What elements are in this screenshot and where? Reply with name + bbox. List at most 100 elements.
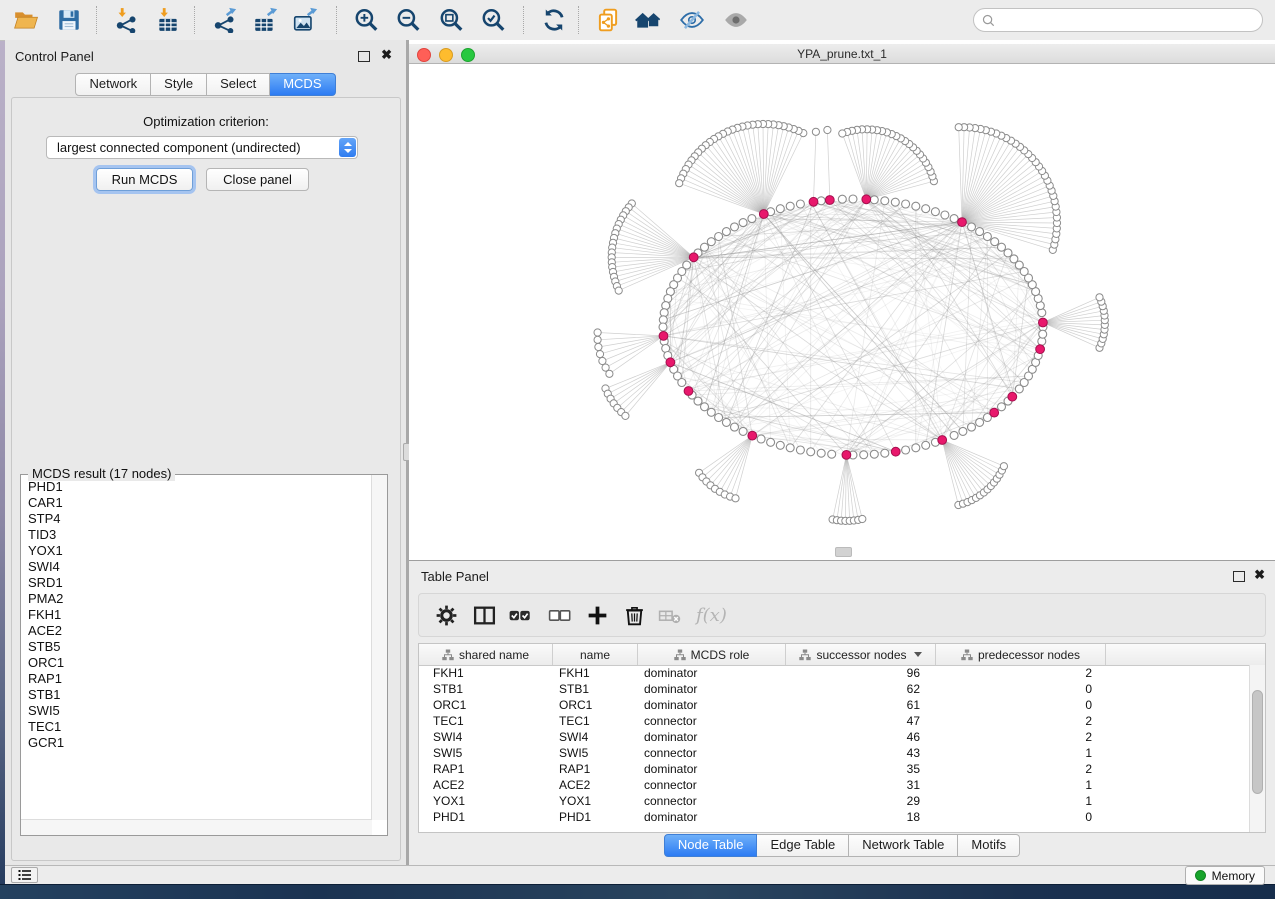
float-table-panel-icon[interactable] — [1233, 571, 1245, 582]
duplicate-network-icon[interactable] — [594, 6, 622, 34]
graph-leaf-node[interactable] — [594, 329, 601, 336]
mcds-result-item[interactable]: YOX1 — [23, 543, 370, 559]
export-table-icon[interactable] — [251, 6, 279, 34]
graph-node[interactable] — [767, 438, 775, 446]
mcds-result-item[interactable]: STB1 — [23, 687, 370, 703]
graph-node[interactable] — [796, 446, 804, 454]
graph-leaf-node[interactable] — [622, 412, 629, 419]
graph-node[interactable] — [912, 444, 920, 452]
graph-node[interactable] — [881, 197, 889, 205]
graph-hub-node[interactable] — [1036, 345, 1045, 354]
mcds-result-item[interactable]: CAR1 — [23, 495, 370, 511]
graph-node[interactable] — [931, 208, 939, 216]
graph-leaf-node[interactable] — [1096, 294, 1103, 301]
tab-motifs[interactable]: Motifs — [958, 834, 1020, 857]
show-columns-icon[interactable] — [471, 601, 499, 629]
graph-node[interactable] — [796, 200, 804, 208]
graph-node[interactable] — [828, 450, 836, 458]
graph-node[interactable] — [678, 379, 686, 387]
graph-leaf-node[interactable] — [615, 287, 622, 294]
table-scrollbar-thumb[interactable] — [1252, 690, 1263, 794]
graph-leaf-node[interactable] — [824, 126, 831, 133]
memory-button[interactable]: Memory — [1185, 866, 1265, 885]
graph-leaf-node[interactable] — [599, 357, 606, 364]
graph-node[interactable] — [998, 243, 1006, 251]
graph-leaf-node[interactable] — [812, 128, 819, 135]
open-file-icon[interactable] — [12, 6, 40, 34]
graph-node[interactable] — [694, 397, 702, 405]
column-header-successor-nodes[interactable]: successor nodes — [786, 644, 936, 665]
graph-node[interactable] — [776, 441, 784, 449]
graph-node[interactable] — [722, 228, 730, 236]
graph-node[interactable] — [776, 205, 784, 213]
graph-node[interactable] — [817, 197, 825, 205]
mcds-result-item[interactable]: SRD1 — [23, 575, 370, 591]
table-row[interactable]: ACE2ACE2connector311 — [419, 777, 1250, 793]
hide-panels-icon[interactable] — [678, 6, 706, 34]
mcds-result-item[interactable]: FKH1 — [23, 607, 370, 623]
graph-node[interactable] — [849, 195, 857, 203]
table-row[interactable]: YOX1YOX1connector291 — [419, 793, 1250, 809]
export-image-icon[interactable] — [291, 6, 319, 34]
network-window-titlebar[interactable]: YPA_prune.txt_1 — [409, 44, 1275, 64]
graph-node[interactable] — [701, 243, 709, 251]
graph-node[interactable] — [739, 219, 747, 227]
close-panel-icon[interactable]: ✖ — [381, 48, 392, 62]
graph-hub-node[interactable] — [659, 332, 668, 341]
deselect-all-icon[interactable] — [546, 601, 574, 629]
graph-node[interactable] — [870, 450, 878, 458]
table-row[interactable]: SWI5SWI5connector431 — [419, 745, 1250, 761]
task-history-button[interactable] — [11, 867, 38, 883]
column-header-MCDS-role[interactable]: MCDS role — [638, 644, 786, 665]
tab-mcds[interactable]: MCDS — [270, 73, 335, 96]
column-header-name[interactable]: name — [553, 644, 638, 665]
table-splitter-handle[interactable] — [835, 547, 852, 557]
graph-hub-node[interactable] — [684, 387, 693, 396]
mcds-result-item[interactable]: SWI4 — [23, 559, 370, 575]
graph-leaf-node[interactable] — [594, 336, 601, 343]
graph-hub-node[interactable] — [666, 358, 675, 367]
select-all-icon[interactable] — [506, 601, 534, 629]
column-header-shared-name[interactable]: shared name — [419, 644, 553, 665]
graph-hub-node[interactable] — [842, 451, 851, 460]
graph-hub-node[interactable] — [689, 253, 698, 262]
graph-node[interactable] — [731, 423, 739, 431]
show-panels-icon[interactable] — [722, 6, 750, 34]
mcds-result-item[interactable]: SWI5 — [23, 703, 370, 719]
run-mcds-button[interactable]: Run MCDS — [96, 168, 193, 191]
delete-column-icon[interactable] — [621, 601, 649, 629]
graph-node[interactable] — [1004, 249, 1012, 257]
graph-node[interactable] — [786, 444, 794, 452]
import-network-from-file-icon[interactable] — [112, 6, 140, 34]
graph-node[interactable] — [1039, 330, 1047, 338]
mcds-result-item[interactable]: RAP1 — [23, 671, 370, 687]
search-box[interactable] — [973, 8, 1263, 32]
mcds-result-item[interactable]: STP4 — [23, 511, 370, 527]
graph-node[interactable] — [715, 233, 723, 241]
graph-leaf-node[interactable] — [595, 343, 602, 350]
graph-leaf-node[interactable] — [596, 351, 603, 358]
refresh-network-view-icon[interactable] — [540, 6, 568, 34]
graph-hub-node[interactable] — [938, 436, 947, 445]
mcds-result-item[interactable]: PMA2 — [23, 591, 370, 607]
graph-node[interactable] — [998, 403, 1006, 411]
graph-node[interactable] — [922, 441, 930, 449]
graph-node[interactable] — [860, 451, 868, 459]
graph-node[interactable] — [968, 223, 976, 231]
graph-node[interactable] — [881, 449, 889, 457]
graph-node[interactable] — [659, 323, 667, 331]
table-row[interactable]: FKH1FKH1dominator962 — [419, 665, 1250, 681]
mcds-result-item[interactable]: PHD1 — [23, 479, 370, 495]
float-panel-icon[interactable] — [358, 51, 370, 62]
graph-node[interactable] — [748, 215, 756, 223]
tab-edge-table[interactable]: Edge Table — [757, 834, 849, 857]
graph-node[interactable] — [715, 414, 723, 422]
graph-hub-node[interactable] — [809, 197, 818, 206]
graph-hub-node[interactable] — [825, 196, 834, 205]
graph-hub-node[interactable] — [990, 408, 999, 417]
graph-hub-node[interactable] — [1008, 392, 1017, 401]
table-row[interactable]: SWI4SWI4dominator462 — [419, 729, 1250, 745]
graph-leaf-node[interactable] — [955, 124, 962, 131]
graph-node[interactable] — [950, 215, 958, 223]
table-row[interactable]: RAP1RAP1dominator352 — [419, 761, 1250, 777]
